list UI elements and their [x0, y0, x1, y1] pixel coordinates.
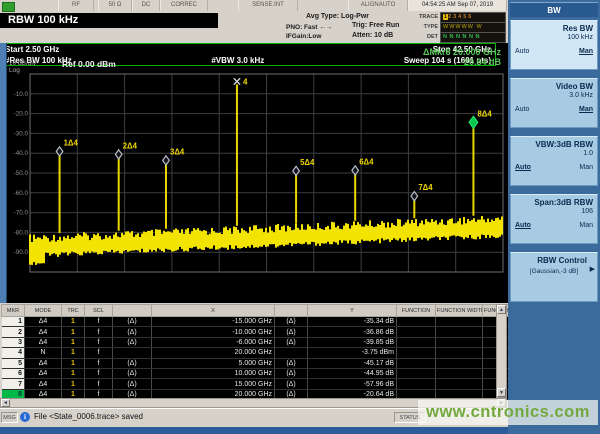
- softkey-rbw-control[interactable]: RBW Control ▶ [Gaussian,-3 dB]: [510, 252, 598, 302]
- man-option[interactable]: Man: [579, 48, 593, 55]
- softkey-res-bw[interactable]: Res BW 100 kHz Auto Man: [510, 20, 598, 70]
- auto-option[interactable]: Auto: [515, 48, 529, 55]
- toolbar-dc: DC: [132, 0, 160, 11]
- col-header: [274, 304, 308, 317]
- marker-row[interactable]: 1 Δ4 1 f (Δ) -15.000 GHz (Δ) -35.34 dB: [1, 316, 527, 328]
- remote-led-icon: [2, 2, 15, 12]
- svg-text:3Δ4: 3Δ4: [170, 147, 185, 156]
- atten-label: Atten: 10 dB: [352, 32, 394, 39]
- col-header: FUNCTION: [396, 304, 436, 317]
- svg-text:-40.0: -40.0: [14, 150, 29, 157]
- menu-title: BW: [510, 2, 598, 17]
- top-toolbar: RF 50 Ω DC CORREC SENSE:INT ALIGNAUTO 04…: [0, 0, 508, 44]
- toolbar-rf: RF: [58, 0, 94, 11]
- trig-label: Trig: Free Run: [352, 22, 400, 29]
- auto-option[interactable]: Auto: [515, 164, 531, 171]
- svg-text:-50.0: -50.0: [14, 170, 29, 177]
- submenu-arrow-icon: ▶: [589, 266, 595, 273]
- svg-text:5Δ4: 5Δ4: [300, 158, 315, 167]
- clock: 04:54:25 AM Sep 07, 2019: [408, 0, 507, 11]
- softkey-vbw-3db-rbw[interactable]: VBW:3dB RBW 1.0 Auto Man: [510, 136, 598, 186]
- svg-text:-70.0: -70.0: [14, 210, 29, 217]
- ref-level-label: Ref 0.00 dBm: [62, 59, 116, 69]
- col-header: MKR: [1, 304, 25, 317]
- pno-arrow-icon: ←→: [319, 24, 333, 31]
- col-header: X: [151, 304, 275, 317]
- info-icon: i: [20, 412, 30, 422]
- marker-table: MKRMODETRCSCLXYFUNCTIONFUNCTION WIDTHFUN…: [1, 304, 527, 401]
- toolbar-50ohm: 50 Ω: [98, 0, 132, 11]
- svg-text:2Δ4: 2Δ4: [123, 141, 138, 150]
- marker-row[interactable]: 4 N 1 f 20.000 GHz -3.75 dBm: [1, 347, 527, 359]
- svg-text:-90.0: -90.0: [14, 249, 29, 256]
- trace-status-block: TRACE 123456 TYPE WWWWW W DET N N N N N …: [414, 11, 506, 43]
- toolbar-sense: SENSE:INT: [238, 0, 298, 11]
- man-option[interactable]: Man: [579, 106, 593, 113]
- svg-text:4: 4: [243, 77, 248, 86]
- analyzer-screen: RF 50 Ω DC CORREC SENSE:INT ALIGNAUTO 04…: [0, 0, 600, 434]
- delta-marker-readout: ΔMkr8 20.000 GHz -20.64 dB: [422, 47, 501, 67]
- auto-option[interactable]: Auto: [515, 222, 531, 229]
- trace-row-label: TRACE: [419, 14, 438, 20]
- svg-text:7Δ4: 7Δ4: [418, 183, 433, 192]
- toolbar-correc: CORREC: [160, 0, 208, 11]
- avg-type-label: Avg Type: Log-Pwr: [306, 13, 369, 20]
- man-option[interactable]: Man: [579, 164, 593, 171]
- marker-row[interactable]: 3 Δ4 1 f (Δ) -6.000 GHz (Δ) -39.85 dB: [1, 337, 527, 349]
- marker-row[interactable]: 7 Δ4 1 f (Δ) 15.000 GHz (Δ) -57.96 dB: [1, 378, 527, 390]
- svg-text:6Δ4: 6Δ4: [359, 157, 374, 166]
- col-header: SCL: [84, 304, 113, 317]
- scale-label: 10 dB/div Log: [9, 60, 37, 74]
- type-row-label: TYPE: [423, 24, 438, 30]
- man-option[interactable]: Man: [579, 222, 593, 229]
- softkey-video-bw[interactable]: Video BW 3.0 kHz Auto Man: [510, 78, 598, 128]
- col-header: FUNCTION WIDTH: [435, 304, 483, 317]
- scroll-left-button[interactable]: ◄: [1, 399, 10, 407]
- left-frame-strip: [0, 43, 7, 303]
- marker-row[interactable]: 6 Δ4 1 f (Δ) 10.000 GHz (Δ) -44.95 dB: [1, 368, 527, 380]
- svg-text:1Δ4: 1Δ4: [64, 138, 79, 147]
- table-vscrollbar[interactable]: ▲ ▼: [496, 304, 507, 398]
- auto-option[interactable]: Auto: [515, 106, 529, 113]
- toolbar-alignauto: ALIGNAUTO: [348, 0, 408, 11]
- det-row-label: DET: [427, 34, 438, 40]
- svg-text:8Δ4: 8Δ4: [477, 109, 492, 118]
- svg-text:-80.0: -80.0: [14, 229, 29, 236]
- svg-text:-20.0: -20.0: [14, 111, 29, 118]
- msg-label: MSG: [1, 412, 18, 423]
- marker-table-zone: MKRMODETRCSCLXYFUNCTIONFUNCTION WIDTHFUN…: [0, 303, 527, 408]
- measurement-title: RBW 100 kHz: [0, 13, 218, 28]
- col-header: TRC: [61, 304, 85, 317]
- svg-text:-60.0: -60.0: [14, 190, 29, 197]
- col-header: MODE: [24, 304, 62, 317]
- spectrum-display: -10.0 -20.0 -30.0 -40.0 -50.0 -60.0 -70.0 -80.0…: [0, 43, 508, 303]
- pno-label: PNO: Fast ←→: [286, 24, 333, 31]
- trace-plot: -10.0 -20.0 -30.0 -40.0 -50.0 -60.0 -70.0 -80.0…: [0, 43, 508, 303]
- status-message: File <State_0006.trace> saved: [34, 412, 143, 421]
- ifgain-label: IFGain:Low: [286, 33, 322, 40]
- marker-row[interactable]: 5 Δ4 1 f (Δ) 5.000 GHz (Δ) -45.17 dB: [1, 358, 527, 369]
- svg-text:-30.0: -30.0: [14, 130, 29, 137]
- scroll-up-button[interactable]: ▲: [497, 305, 506, 314]
- det-values: N N N N N N: [440, 31, 506, 43]
- softkey-span-3db-rbw[interactable]: Span:3dB RBW 106 Auto Man: [510, 194, 598, 244]
- scroll-down-button[interactable]: ▼: [497, 388, 506, 397]
- softkey-panel: BW Res BW 100 kHz Auto Man Video BW 3.0 k…: [508, 0, 600, 434]
- col-header: [112, 304, 152, 317]
- svg-text:-10.0: -10.0: [14, 91, 29, 98]
- watermark: www.cntronics.com: [418, 400, 598, 425]
- marker-row[interactable]: 2 Δ4 1 f (Δ) -10.000 GHz (Δ) -36.86 dB: [1, 326, 527, 338]
- col-header: Y: [307, 304, 397, 317]
